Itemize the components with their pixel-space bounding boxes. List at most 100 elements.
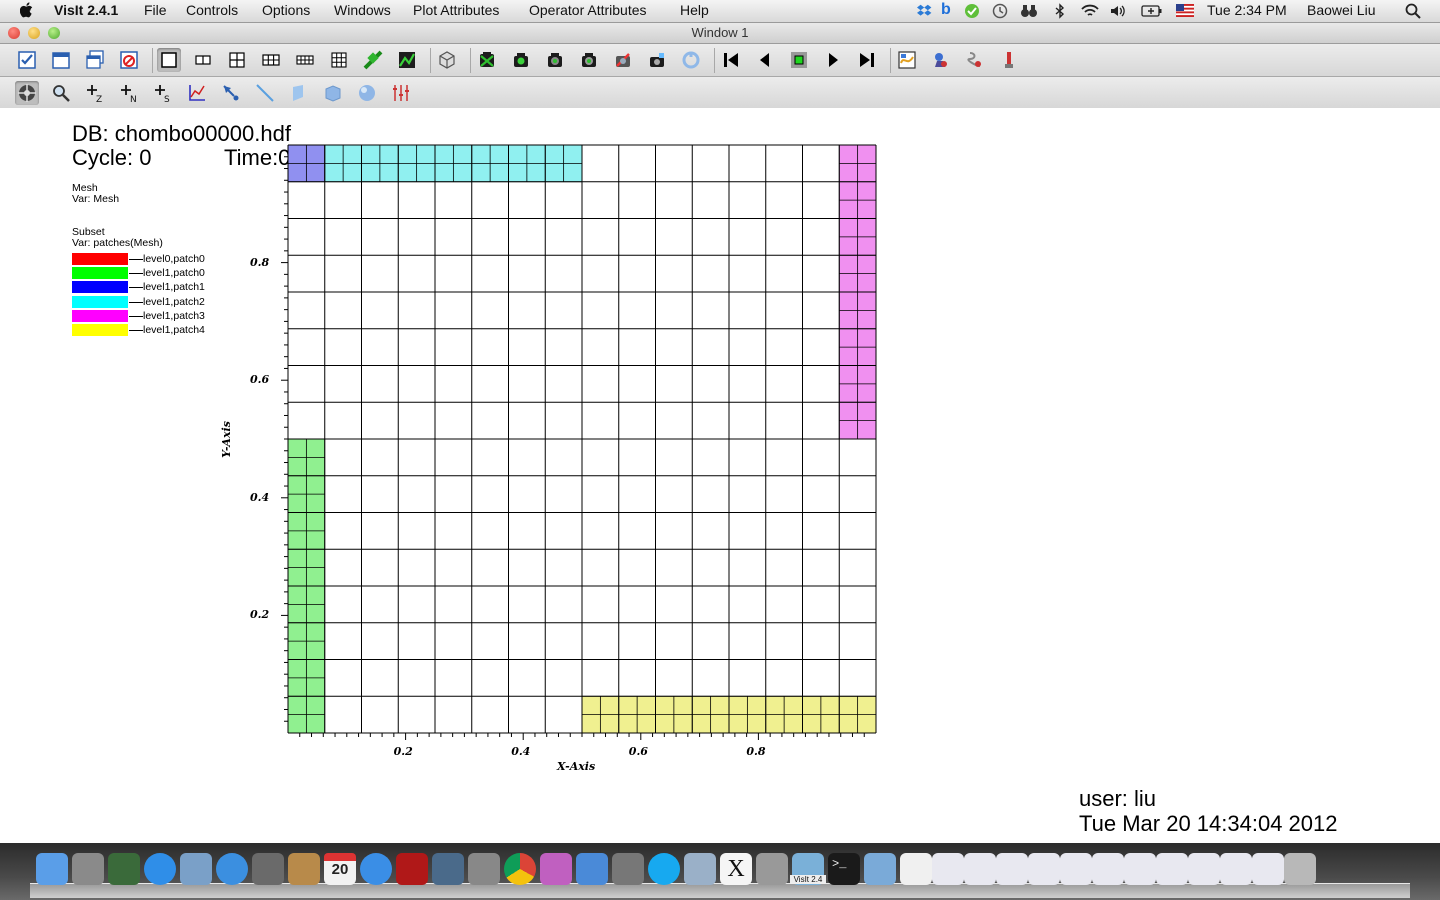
mission-control-icon[interactable] bbox=[108, 853, 140, 885]
apply-icon[interactable] bbox=[15, 48, 39, 72]
window-thumb-icon[interactable] bbox=[1188, 853, 1220, 885]
app-menu[interactable]: VisIt 2.4.1 bbox=[54, 2, 118, 18]
window-thumb-icon[interactable] bbox=[1220, 853, 1252, 885]
time-machine-icon[interactable] bbox=[992, 3, 1008, 22]
last-frame-icon[interactable] bbox=[855, 48, 879, 72]
folder-icon[interactable] bbox=[864, 853, 896, 885]
layout-2x3-icon[interactable] bbox=[259, 48, 283, 72]
apple-menu-icon[interactable] bbox=[19, 2, 34, 21]
terminal-icon[interactable]: >_ bbox=[828, 853, 860, 885]
menu-operator-attributes[interactable]: Operator Attributes bbox=[529, 2, 647, 18]
play-icon[interactable] bbox=[821, 48, 845, 72]
layout-2x2-icon[interactable] bbox=[225, 48, 249, 72]
photo-booth-icon[interactable] bbox=[396, 853, 428, 885]
menu-plot-attributes[interactable]: Plot Attributes bbox=[413, 2, 499, 18]
set-plot-icon[interactable] bbox=[895, 48, 919, 72]
zoom-icon[interactable] bbox=[49, 81, 73, 105]
contacts-icon[interactable] bbox=[288, 853, 320, 885]
clear-icon[interactable] bbox=[997, 48, 1021, 72]
line-out-icon[interactable] bbox=[185, 81, 209, 105]
layout-3x3-icon[interactable] bbox=[327, 48, 351, 72]
word-icon[interactable] bbox=[576, 853, 608, 885]
x11-icon[interactable]: X bbox=[720, 853, 752, 885]
axis-restrict-icon[interactable] bbox=[389, 81, 413, 105]
wifi-icon[interactable] bbox=[1080, 3, 1100, 22]
user-name[interactable]: Baowei Liu bbox=[1307, 2, 1376, 18]
point-tool-icon[interactable] bbox=[219, 81, 243, 105]
bitcasa-icon[interactable]: b bbox=[941, 1, 951, 19]
calendar-icon[interactable]: 20 bbox=[324, 853, 356, 885]
save-image-icon[interactable] bbox=[611, 48, 635, 72]
visit-icon[interactable]: VisIt 2.4 bbox=[790, 853, 826, 885]
bluetooth-icon[interactable] bbox=[1054, 3, 1066, 22]
window-thumb-icon[interactable] bbox=[1060, 853, 1092, 885]
battery-icon[interactable] bbox=[1141, 4, 1163, 21]
lock-time-icon[interactable] bbox=[395, 48, 419, 72]
calculator-icon[interactable] bbox=[756, 853, 788, 885]
app-store-icon[interactable] bbox=[144, 853, 176, 885]
mail-stamp-icon[interactable] bbox=[180, 853, 212, 885]
chrome-icon[interactable] bbox=[504, 853, 536, 885]
plane-tool-icon[interactable] bbox=[287, 81, 311, 105]
menu-controls[interactable]: Controls bbox=[186, 2, 238, 18]
surface-pick-icon[interactable]: S bbox=[151, 81, 175, 105]
prev-frame-icon[interactable] bbox=[753, 48, 777, 72]
window-thumb-icon[interactable] bbox=[1028, 853, 1060, 885]
stop-icon[interactable] bbox=[787, 48, 811, 72]
launchpad-icon[interactable] bbox=[72, 853, 104, 885]
layout-1x1-icon[interactable] bbox=[157, 48, 181, 72]
document-icon[interactable] bbox=[900, 853, 932, 885]
clone-window-icon[interactable] bbox=[83, 48, 107, 72]
menu-options[interactable]: Options bbox=[262, 2, 310, 18]
safari-icon[interactable] bbox=[216, 853, 248, 885]
sphere-tool-icon[interactable] bbox=[355, 81, 379, 105]
pick-icon[interactable] bbox=[929, 48, 953, 72]
reopen-icon[interactable] bbox=[679, 48, 703, 72]
draw-plots-icon[interactable] bbox=[509, 48, 533, 72]
window-thumb-icon[interactable] bbox=[1156, 853, 1188, 885]
first-frame-icon[interactable] bbox=[719, 48, 743, 72]
sync-check-icon[interactable] bbox=[964, 3, 980, 22]
finder-icon[interactable] bbox=[36, 853, 68, 885]
window-thumb-icon[interactable] bbox=[932, 853, 964, 885]
layout-1x2-icon[interactable] bbox=[191, 48, 215, 72]
dropbox-icon[interactable] bbox=[917, 3, 933, 22]
visualization-window[interactable]: DB: chombo00000.hdf Cycle: 0 Time:0 Mesh… bbox=[0, 108, 1440, 843]
system-preferences-icon[interactable] bbox=[468, 853, 500, 885]
zone-pick-icon[interactable]: Z bbox=[83, 81, 107, 105]
navigate-icon[interactable] bbox=[15, 81, 39, 105]
invert-icon[interactable] bbox=[963, 48, 987, 72]
delete-window-icon[interactable] bbox=[117, 48, 141, 72]
window-thumb-icon[interactable] bbox=[1124, 853, 1156, 885]
new-window-icon[interactable] bbox=[49, 48, 73, 72]
binoculars-icon[interactable] bbox=[1020, 3, 1038, 22]
clock-text[interactable]: Tue 2:34 PM bbox=[1207, 2, 1287, 18]
menu-help[interactable]: Help bbox=[680, 2, 709, 18]
window-thumb-icon[interactable] bbox=[996, 853, 1028, 885]
utilities-icon[interactable] bbox=[612, 853, 644, 885]
volume-icon[interactable] bbox=[1109, 3, 1127, 22]
window-thumb-icon[interactable] bbox=[1092, 853, 1124, 885]
facetime-icon[interactable] bbox=[252, 853, 284, 885]
messages-icon[interactable] bbox=[540, 853, 572, 885]
us-flag-icon[interactable] bbox=[1176, 4, 1194, 20]
layout-2x4-icon[interactable] bbox=[293, 48, 317, 72]
delete-plots-icon[interactable] bbox=[577, 48, 601, 72]
hide-plots-icon[interactable] bbox=[543, 48, 567, 72]
node-pick-icon[interactable]: N bbox=[117, 81, 141, 105]
preview-icon[interactable] bbox=[684, 853, 716, 885]
window-thumb-icon[interactable] bbox=[1252, 853, 1284, 885]
iphoto-icon[interactable] bbox=[432, 853, 464, 885]
lock-view-icon[interactable] bbox=[361, 48, 385, 72]
menu-windows[interactable]: Windows bbox=[334, 2, 391, 18]
itunes-icon[interactable] bbox=[360, 853, 392, 885]
trash-icon[interactable] bbox=[1284, 853, 1316, 885]
skype-icon[interactable] bbox=[648, 853, 680, 885]
menu-file[interactable]: File bbox=[144, 2, 167, 18]
line-tool-icon[interactable] bbox=[253, 81, 277, 105]
window-thumb-icon[interactable] bbox=[964, 853, 996, 885]
print-icon[interactable] bbox=[645, 48, 669, 72]
box-tool-icon[interactable] bbox=[321, 81, 345, 105]
spin-mode-icon[interactable] bbox=[435, 48, 459, 72]
add-plot-icon[interactable] bbox=[475, 48, 499, 72]
